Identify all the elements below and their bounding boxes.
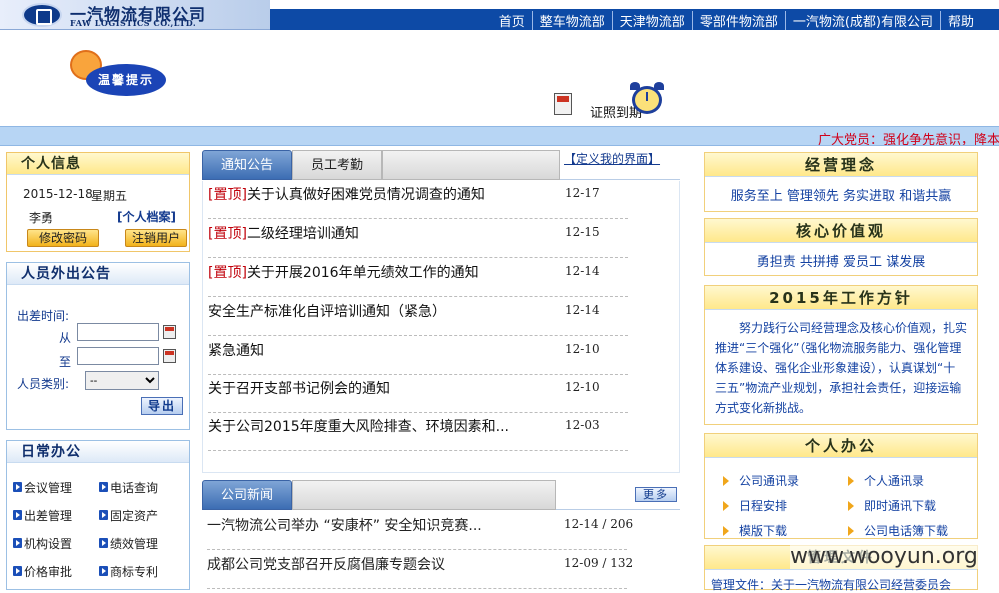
tip-label: 温馨提示 [86, 64, 166, 96]
user-name: 李勇 [29, 211, 54, 225]
daily-office-panel: 日常办公 会议管理 电话查询 出差管理 固定资产 机构设置 绩效管理 价格审批 … [6, 440, 190, 590]
staff-out-title: 人员外出公告 [7, 263, 189, 285]
arrow-icon [13, 566, 22, 576]
office-personal-directory[interactable]: 个人通讯录 [848, 472, 973, 489]
arrow-icon [848, 500, 854, 511]
top-nav: 首页 整车物流部 天津物流部 零部件物流部 一汽物流(成都)有限公司 帮助 [270, 9, 999, 30]
from-label: 从 [59, 331, 72, 345]
daily-item-price[interactable]: 价格审批 [13, 563, 99, 580]
ticker-text[interactable]: 广大党员：强化争先意识，降本增 [818, 129, 999, 145]
nav-chengdu[interactable]: 一汽物流(成都)有限公司 [786, 11, 941, 30]
philosophy-title: 经营理念 [705, 153, 977, 177]
arrow-icon [848, 525, 854, 536]
values-panel: 核心价值观 勇担责 共拼搏 爱员工 谋发展 [704, 218, 978, 276]
arrow-icon [13, 538, 22, 548]
news-row[interactable]: 成都公司党支部召开反腐倡廉专题会议 12-09 / 132 [207, 551, 633, 589]
philosophy-panel: 经营理念 服务至上 管理领先 务实进取 和谐共赢 [704, 152, 978, 212]
arrow-icon [723, 525, 729, 536]
notice-row[interactable]: [置顶]二级经理培训通知 12-15 [208, 220, 628, 258]
daily-item-org[interactable]: 机构设置 [13, 535, 99, 552]
export-button[interactable]: 导出 [141, 397, 183, 415]
notice-row[interactable]: 紧急通知 12-10 [208, 337, 628, 375]
daily-office-title: 日常办公 [7, 441, 189, 463]
arrow-icon [99, 482, 108, 492]
office-phonebook-download[interactable]: 公司电话簿下载 [848, 522, 973, 539]
logo-en: FAW LOGISTICS CO.,LTD. [70, 18, 197, 28]
nav-vehicle[interactable]: 整车物流部 [533, 11, 613, 30]
calendar-icon[interactable] [554, 93, 572, 115]
news-row[interactable]: 一汽物流公司举办 “安康杯” 安全知识竞赛... 12-14 / 206 [207, 512, 633, 550]
tab-company-news[interactable]: 公司新闻 [202, 480, 292, 510]
change-password-button[interactable]: 修改密码 [27, 229, 99, 247]
office-company-directory[interactable]: 公司通讯录 [723, 472, 848, 489]
arrow-icon [848, 475, 854, 486]
to-label: 至 [59, 355, 72, 369]
tip-badge[interactable]: 温馨提示 [70, 50, 168, 98]
tab-notice[interactable]: 通知公告 [202, 150, 292, 180]
daily-item-trademark[interactable]: 商标专利 [99, 563, 185, 580]
policy-text: 努力践行公司经营理念及核心价值观，扎实推进“三个强化”（强化物流服务能力、强化管… [715, 321, 968, 415]
personal-office-title: 个人办公 [705, 434, 977, 458]
arrow-icon [13, 482, 22, 492]
to-date-input[interactable] [77, 347, 159, 365]
logout-button[interactable]: 注销用户 [125, 229, 187, 247]
top-bar: 一汽物流有限公司 FAW LOGISTICS CO.,LTD. 首页 整车物流部… [0, 0, 999, 30]
notice-row[interactable]: [置顶]关于开展2016年单元绩效工作的通知 12-14 [208, 259, 628, 297]
values-title: 核心价值观 [705, 219, 977, 243]
values-text: 勇担责 共拼搏 爱员工 谋发展 [756, 255, 926, 270]
philosophy-text: 服务至上 管理领先 务实进取 和谐共赢 [730, 189, 952, 204]
personal-archive-link[interactable]: [个人档案] [117, 208, 176, 225]
notice-tabs: 通知公告 员工考勤 【定义我的界面】 [202, 150, 680, 180]
arrow-icon [99, 566, 108, 576]
office-template-download[interactable]: 模版下载 [723, 522, 848, 539]
nav-parts[interactable]: 零部件物流部 [693, 11, 786, 30]
arrow-icon [723, 475, 729, 486]
alarm-clock-icon[interactable] [626, 82, 668, 116]
trip-time-label: 出差时间: [17, 309, 70, 323]
nav-help[interactable]: 帮助 [941, 11, 981, 30]
policy-title: 2015年工作方针 [705, 286, 977, 310]
tab-attendance[interactable]: 员工考勤 [292, 150, 382, 180]
staff-type-label: 人员类别: [17, 377, 70, 391]
news-ticker: 广大党员：强化争先意识，降本增 [0, 126, 999, 146]
company-logo[interactable]: 一汽物流有限公司 FAW LOGISTICS CO.,LTD. [0, 0, 270, 30]
arrow-icon [13, 510, 22, 520]
tab-empty [382, 150, 560, 180]
tab-empty [292, 480, 556, 510]
nav-home[interactable]: 首页 [492, 11, 533, 30]
notice-row[interactable]: 关于召开支部书记例会的通知 12-10 [208, 375, 628, 413]
arrow-icon [99, 510, 108, 520]
arrow-icon [99, 538, 108, 548]
notice-list: [置顶]关于认真做好困难党员情况调查的通知 12-17 [置顶]二级经理培训通知 1… [202, 181, 680, 502]
notice-row[interactable]: [置顶]关于认真做好困难党员情况调查的通知 12-17 [208, 181, 628, 219]
daily-item-trip[interactable]: 出差管理 [13, 507, 99, 524]
personal-info-title: 个人信息 [7, 153, 189, 175]
office-schedule[interactable]: 日程安排 [723, 497, 848, 514]
arrow-icon [723, 500, 729, 511]
office-im-download[interactable]: 即时通讯下载 [848, 497, 973, 514]
daily-item-phone[interactable]: 电话查询 [99, 479, 185, 496]
document-link[interactable]: 管理文件：关于一汽物流有限公司经营委员会 [711, 576, 951, 593]
staff-type-select[interactable]: -- [85, 371, 159, 390]
policy-panel: 2015年工作方针 努力践行公司经营理念及核心价值观，扎实推进“三个强化”（强化… [704, 285, 978, 425]
nav-tianjin[interactable]: 天津物流部 [613, 11, 693, 30]
from-date-input[interactable] [77, 323, 159, 341]
staff-out-panel: 人员外出公告 出差时间: 从 至 人员类别: -- 导出 [6, 262, 190, 430]
personal-info-panel: 个人信息 2015-12-18 星期五 李勇 [个人档案] 修改密码 注销用户 [6, 152, 190, 252]
news-tabs: 公司新闻 [202, 480, 680, 510]
watermark: www.wooyun.org [790, 544, 978, 569]
daily-item-assets[interactable]: 固定资产 [99, 507, 185, 524]
faw-emblem-icon [22, 3, 62, 27]
current-weekday: 星期五 [91, 189, 128, 203]
to-calendar-icon[interactable] [163, 349, 176, 363]
personal-office-panel: 个人办公 公司通讯录 个人通讯录 日程安排 即时通讯下载 模版下载 公司电话簿下… [704, 433, 978, 539]
from-calendar-icon[interactable] [163, 325, 176, 339]
customize-link[interactable]: 【定义我的界面】 [564, 150, 660, 167]
daily-item-meeting[interactable]: 会议管理 [13, 479, 99, 496]
daily-item-performance[interactable]: 绩效管理 [99, 535, 185, 552]
notice-row[interactable]: 关于公司2015年度重大风险排查、环境因素和... 12-03 [208, 413, 628, 451]
notice-row[interactable]: 安全生产标准化自评培训通知（紧急） 12-14 [208, 298, 628, 336]
current-date: 2015-12-18 [23, 187, 93, 201]
